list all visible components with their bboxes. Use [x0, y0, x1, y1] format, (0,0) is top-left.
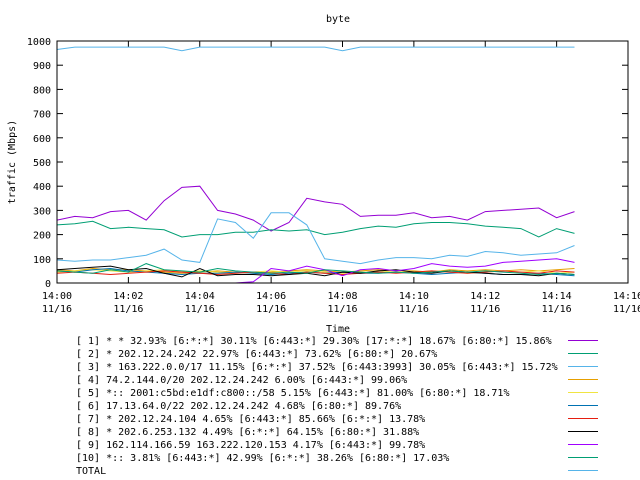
y-tick-label: 600	[33, 134, 51, 145]
y-tick-label: 200	[33, 231, 51, 242]
legend-entry-label: [ 6] 17.13.64.0/22 202.12.24.242 4.68% […	[76, 401, 401, 412]
series-line-3	[56, 212, 575, 265]
series-line-2	[56, 220, 575, 238]
x-tick-time: 14:14	[542, 291, 572, 302]
y-tick-label: 500	[33, 158, 51, 169]
y-tick-label: 0	[45, 279, 51, 290]
legend-entry-label: [ 7] * 202.12.24.104 4.65% [6:443:*] 85.…	[76, 414, 425, 425]
x-tick-date: 11/16	[185, 304, 215, 315]
legend-entry-label: [ 9] 162.114.166.59 163.222.120.153 4.17…	[76, 440, 425, 451]
legend-entry-label: [ 8] * 202.6.253.132 4.49% [6:*:*] 64.15…	[76, 427, 419, 438]
x-tick-date: 11/16	[256, 304, 286, 315]
legend-entry-label: [ 5] *:: 2001:c5bd:e1df:c800::/58 5.15% …	[76, 388, 509, 399]
x-tick-date: 11/16	[542, 304, 572, 315]
y-tick-label: 1000	[27, 37, 51, 48]
series-lines	[56, 46, 575, 284]
x-tick-time: 14:12	[470, 291, 500, 302]
chart-title: byte	[326, 14, 350, 25]
y-tick-label: 300	[33, 206, 51, 217]
series-line-11	[56, 46, 575, 52]
legend-entry-label: [ 4] 74.2.144.0/20 202.12.24.242 6.00% […	[76, 375, 407, 386]
x-tick-date: 11/16	[399, 304, 429, 315]
traffic-chart: byte 0 100 200 300 400 500 600 700 800 900 1000 14…	[7, 14, 640, 477]
legend-entry-label: [10] *:: 3.81% [6:443:*] 42.99% [6:*:*] …	[76, 453, 449, 464]
y-axis-label: traffic (Mbps)	[7, 120, 18, 204]
y-tick-label: 100	[33, 255, 51, 266]
x-tick-time: 14:10	[399, 291, 429, 302]
y-axis-ticks: 0 100 200 300 400 500 600 700 800 900 1000	[27, 37, 628, 290]
legend-entry-label: [ 2] * 202.12.24.242 22.97% [6:443:*] 73…	[76, 349, 437, 360]
plot-frame	[56, 40, 629, 284]
y-tick-label: 900	[33, 61, 51, 72]
x-tick-date: 11/16	[113, 304, 143, 315]
x-tick-time: 14:06	[256, 291, 286, 302]
legend-entry-label: [ 3] * 163.222.0.0/17 11.15% [6:*:*] 37.…	[76, 362, 558, 373]
x-tick-date: 11/16	[613, 304, 640, 315]
series-line-1	[56, 185, 575, 232]
legend-entry-label: [ 1] * * 32.93% [6:*:*] 30.11% [6:443:*]…	[76, 336, 552, 347]
x-tick-date: 11/16	[327, 304, 357, 315]
x-tick-date: 11/16	[42, 304, 72, 315]
x-axis-label: Time	[326, 324, 350, 335]
y-tick-label: 400	[33, 182, 51, 193]
x-tick-time: 14:08	[327, 291, 357, 302]
legend-entry-label: TOTAL	[76, 466, 106, 477]
x-tick-time: 14:02	[113, 291, 143, 302]
x-tick-time: 14:04	[185, 291, 215, 302]
x-tick-date: 11/16	[470, 304, 500, 315]
y-tick-label: 800	[33, 85, 51, 96]
y-tick-label: 700	[33, 110, 51, 121]
legend: [ 1] * * 32.93% [6:*:*] 30.11% [6:443:*]…	[76, 336, 598, 477]
x-tick-time: 14:00	[42, 291, 72, 302]
x-tick-time: 14:16	[613, 291, 640, 302]
